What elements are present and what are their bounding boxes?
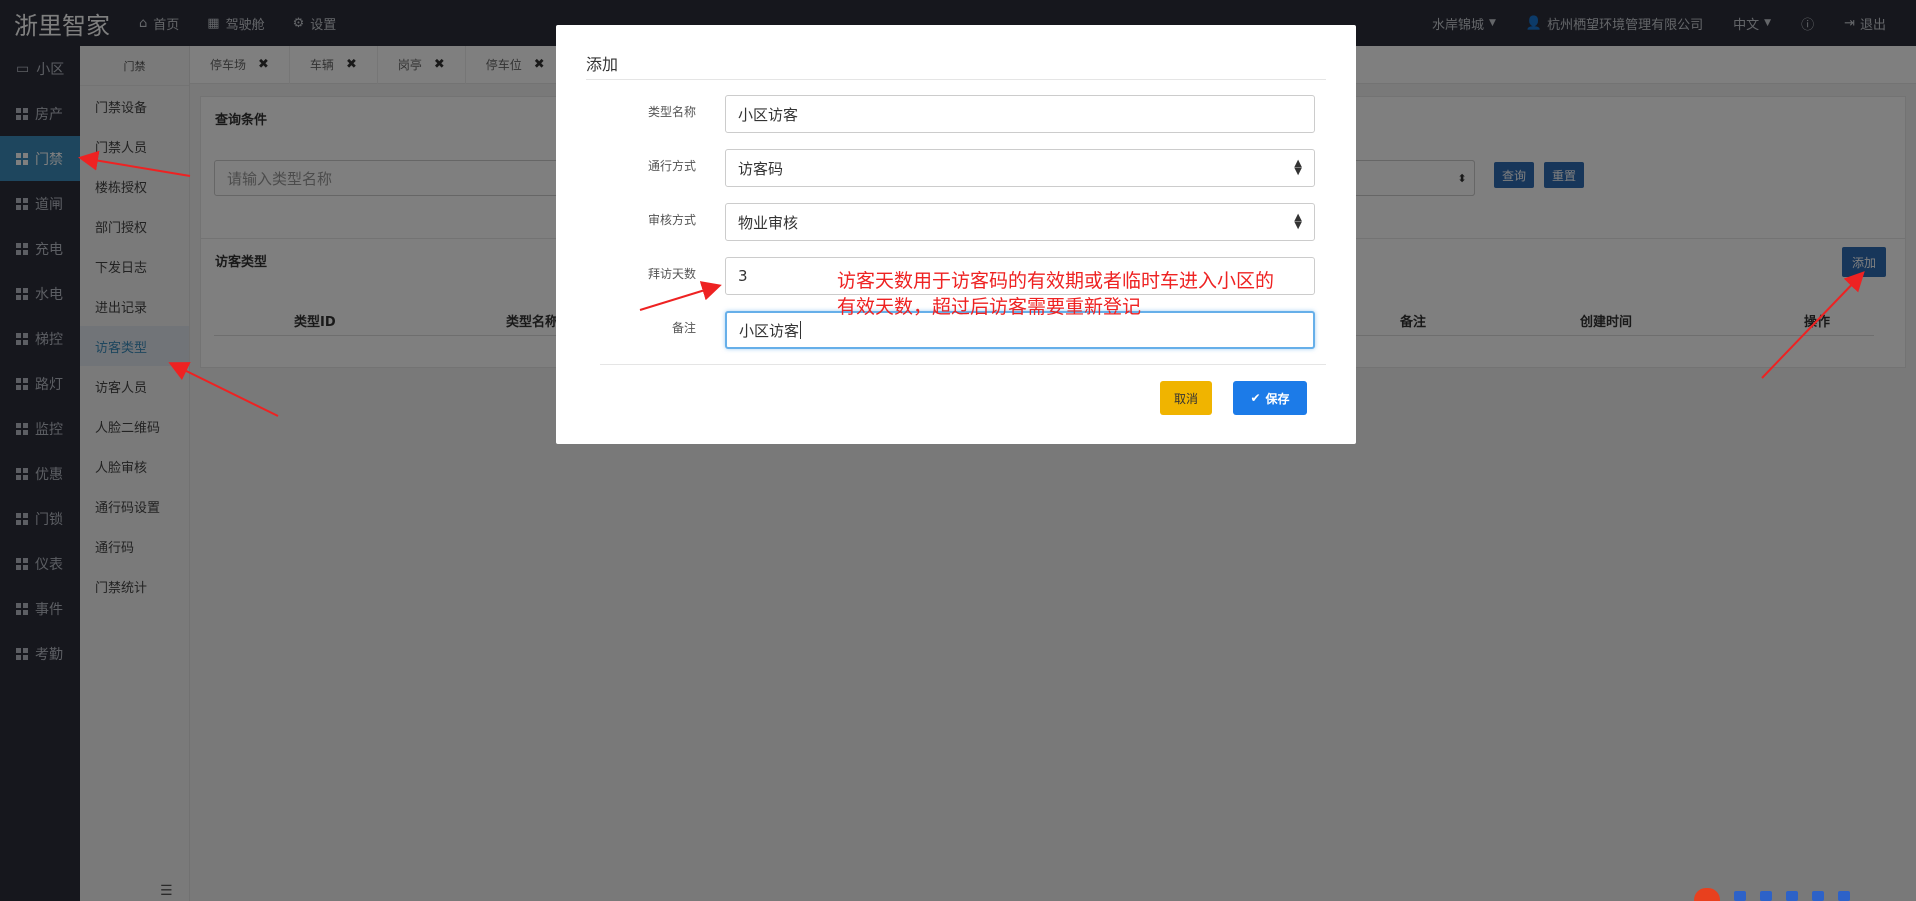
system-tray <box>1694 888 1850 901</box>
tray-icon[interactable] <box>1838 891 1850 901</box>
tray-icon[interactable] <box>1734 891 1746 901</box>
arrow-to-access-nav <box>78 150 191 177</box>
input-method-logo-icon <box>1694 888 1720 901</box>
arrow-to-visitor-type <box>168 362 279 417</box>
tray-icon[interactable] <box>1786 891 1798 901</box>
arrow-to-visit-days <box>639 281 722 311</box>
arrow-to-add-button <box>1761 271 1865 379</box>
tray-icon[interactable] <box>1812 891 1824 901</box>
tray-icon[interactable] <box>1760 891 1772 901</box>
annotation-arrows <box>78 150 1865 417</box>
